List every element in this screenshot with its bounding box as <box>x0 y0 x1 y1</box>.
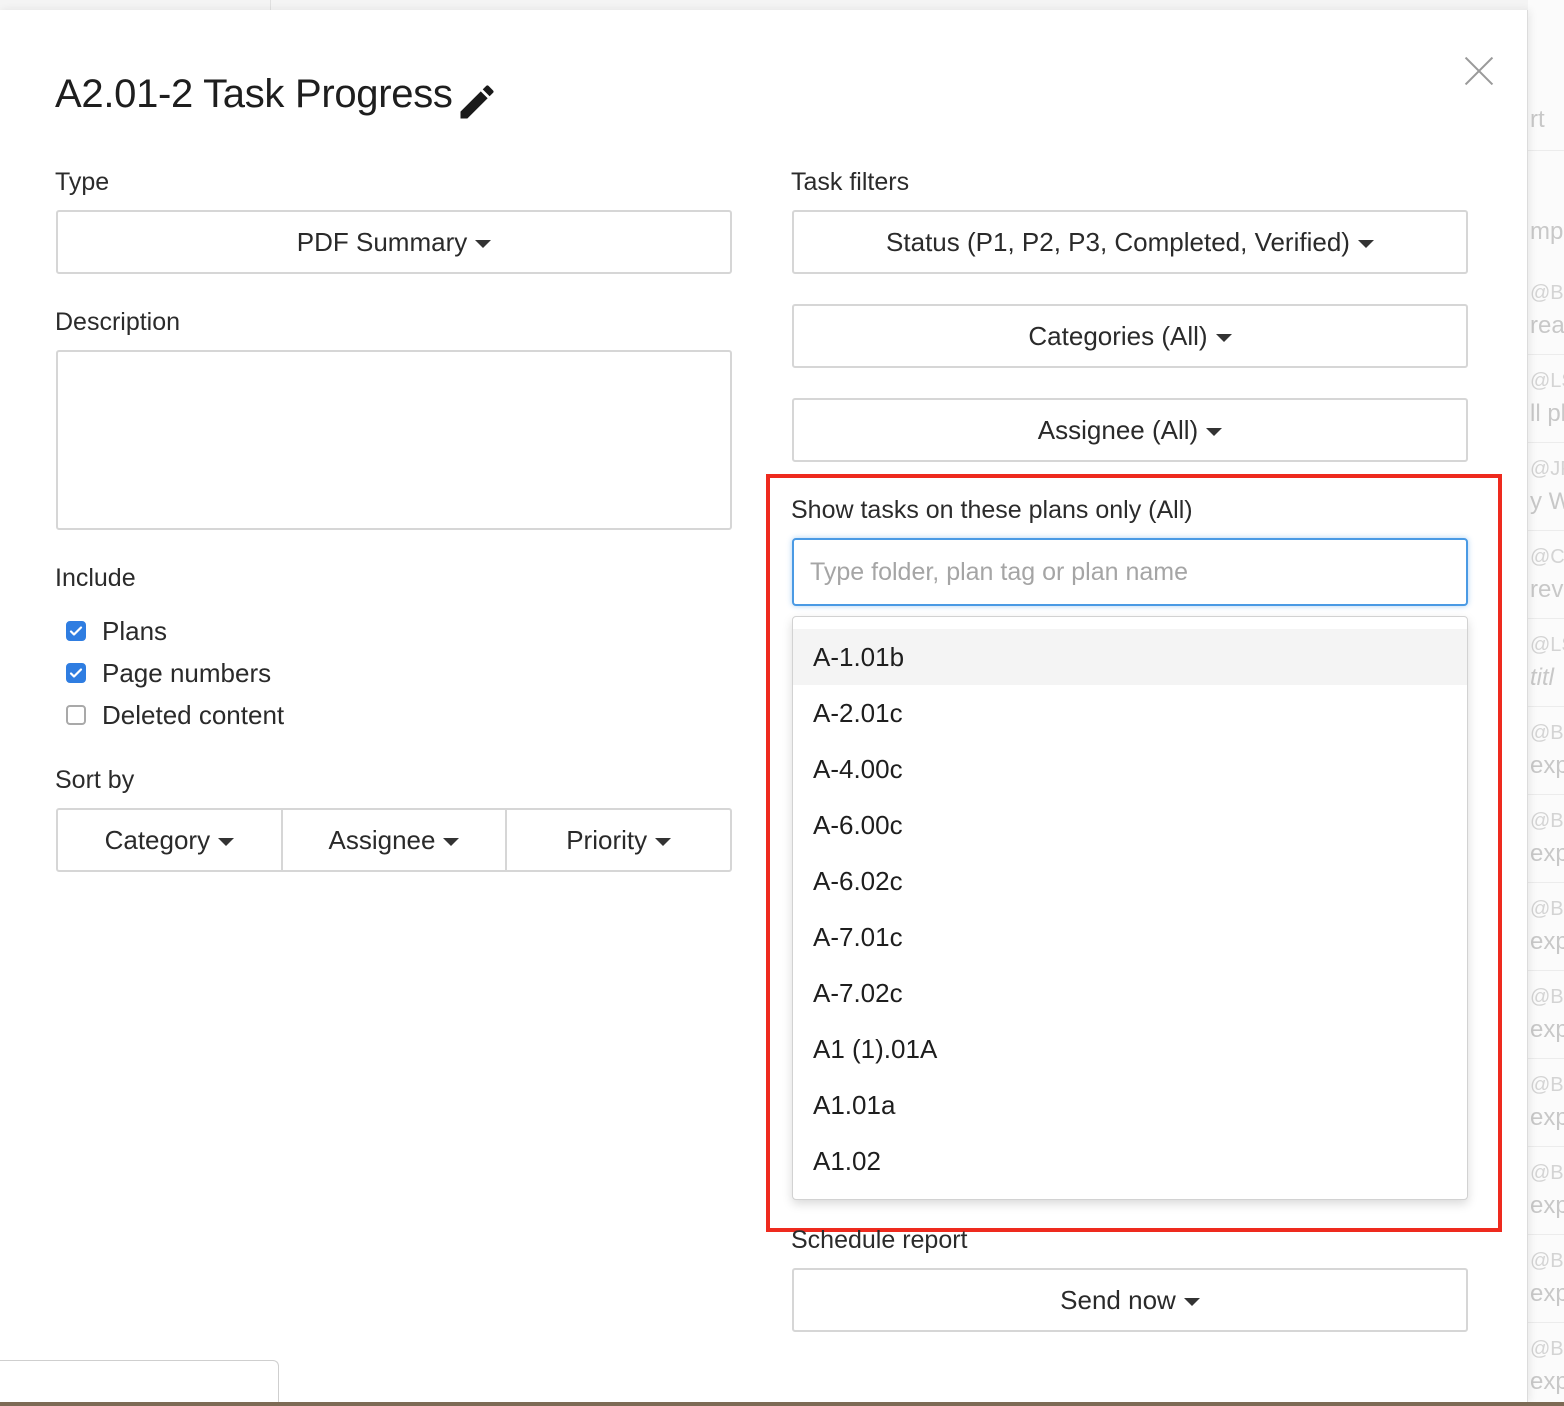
caret-down-icon <box>655 838 672 846</box>
plan-option[interactable]: A-4.00c <box>793 741 1467 797</box>
plan-option[interactable]: A-2.01c <box>793 685 1467 741</box>
plan-option[interactable]: A-7.02c <box>793 965 1467 1021</box>
background-text: expo <box>1530 928 1564 955</box>
include-plans[interactable]: Plans <box>66 616 167 646</box>
background-text: titl <box>1530 664 1554 691</box>
pencil-icon[interactable] <box>455 80 499 124</box>
type-label: Type <box>55 168 110 196</box>
task-filters-label: Task filters <box>791 168 910 196</box>
sort-by-label: Sort by <box>55 766 135 794</box>
status-filter-dropdown[interactable]: Status (P1, P2, P3, Completed, Verified) <box>792 210 1468 274</box>
background-text: expo <box>1530 840 1564 867</box>
background-text: @B <box>1530 1074 1564 1096</box>
background-text: y W <box>1530 488 1564 515</box>
background-text: @B <box>1530 1338 1564 1360</box>
type-dropdown[interactable]: PDF Summary <box>56 210 732 274</box>
assignee-filter-value: Assignee (All) <box>1037 414 1199 445</box>
schedule-dropdown-value: Send now <box>1060 1284 1176 1315</box>
categories-filter-value: Categories (All) <box>1028 320 1208 351</box>
description-textarea[interactable] <box>56 350 732 530</box>
categories-filter-dropdown[interactable]: Categories (All) <box>792 304 1468 368</box>
background-text: @B <box>1530 1250 1564 1272</box>
background-text: expo <box>1530 1192 1564 1219</box>
background-text: @B <box>1530 1162 1564 1184</box>
sort-priority-dropdown[interactable]: Priority <box>505 808 733 872</box>
sort-option-label: Assignee <box>328 824 436 855</box>
close-icon[interactable] <box>1462 54 1496 88</box>
background-panel-tab <box>0 1360 279 1405</box>
background-bottom-bar <box>0 1402 1564 1406</box>
dialog-title: A2.01-2 Task Progress <box>55 72 453 116</box>
background-text: mpl <box>1530 218 1564 245</box>
background-text: @LS <box>1530 370 1564 392</box>
plans-search-input[interactable] <box>792 538 1468 606</box>
checkbox-plans[interactable] <box>66 621 86 641</box>
check-icon <box>69 668 83 678</box>
caret-down-icon <box>475 240 492 248</box>
plan-option[interactable]: A1.01a <box>793 1077 1467 1133</box>
plan-option[interactable]: A-6.00c <box>793 797 1467 853</box>
background-text: @C <box>1530 546 1564 568</box>
background-text: expo <box>1530 1368 1564 1395</box>
sort-by-group: Category Assignee Priority <box>56 808 733 872</box>
plan-option[interactable]: A1.02 <box>793 1133 1467 1189</box>
background-text: expo <box>1530 1104 1564 1131</box>
background-text: @B <box>1530 986 1564 1008</box>
schedule-report-label: Schedule report <box>791 1226 968 1254</box>
type-dropdown-value: PDF Summary <box>296 226 468 257</box>
sort-option-label: Category <box>104 824 211 855</box>
background-text: rt <box>1530 106 1545 133</box>
sort-option-label: Priority <box>566 824 648 855</box>
background-text: @B <box>1530 898 1564 920</box>
checkbox-label: Plans <box>102 615 168 646</box>
caret-down-icon <box>218 838 235 846</box>
plans-dropdown-list: A-1.01b A-2.01c A-4.00c A-6.00c A-6.02c … <box>792 616 1468 1200</box>
sort-assignee-dropdown[interactable]: Assignee <box>280 808 508 872</box>
checkbox-label: Deleted content <box>102 699 285 730</box>
status-filter-value: Status (P1, P2, P3, Completed, Verified) <box>886 226 1350 257</box>
checkbox-deleted-content[interactable] <box>66 705 86 725</box>
caret-down-icon <box>1357 240 1374 248</box>
check-icon <box>69 626 83 636</box>
background-text: @JF <box>1530 458 1564 480</box>
caret-down-icon <box>1183 1298 1200 1306</box>
include-deleted-content[interactable]: Deleted content <box>66 700 284 730</box>
background-text: expo <box>1530 1016 1564 1043</box>
checkbox-label: Page numbers <box>102 657 272 688</box>
assignee-filter-dropdown[interactable]: Assignee (All) <box>792 398 1468 462</box>
schedule-dropdown[interactable]: Send now <box>792 1268 1468 1332</box>
sort-category-dropdown[interactable]: Category <box>56 808 283 872</box>
caret-down-icon <box>443 838 460 846</box>
plan-option[interactable]: A-7.01c <box>793 909 1467 965</box>
plans-filter-label: Show tasks on these plans only (All) <box>791 496 1193 524</box>
background-text: expo <box>1530 752 1564 779</box>
background-text: ll pl <box>1530 400 1564 427</box>
background-app-top <box>0 0 1528 10</box>
background-text: expo <box>1530 1280 1564 1307</box>
checkbox-page-numbers[interactable] <box>66 663 86 683</box>
background-app-strip: rt mpl @B rea @LS ll pl @JF y W @C revi … <box>1528 0 1564 1406</box>
caret-down-icon <box>1206 428 1223 436</box>
include-page-numbers[interactable]: Page numbers <box>66 658 271 688</box>
background-text: @LS <box>1530 634 1564 656</box>
background-text: @B <box>1530 722 1564 744</box>
description-label: Description <box>55 308 181 336</box>
background-text: @B <box>1530 282 1564 304</box>
background-text: revi <box>1530 576 1564 603</box>
background-text: @B <box>1530 810 1564 832</box>
include-label: Include <box>55 564 136 592</box>
plan-option[interactable]: A1 (1).01A <box>793 1021 1467 1077</box>
background-text: rea <box>1530 312 1564 339</box>
caret-down-icon <box>1215 334 1232 342</box>
plan-option[interactable]: A-6.02c <box>793 853 1467 909</box>
plan-option[interactable]: A-1.01b <box>793 629 1467 685</box>
